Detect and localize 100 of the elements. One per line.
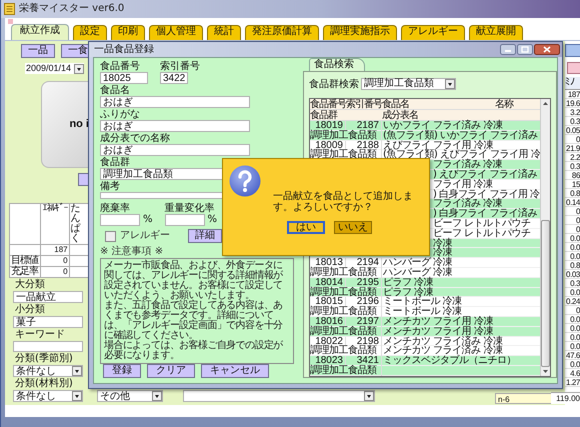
text-field[interactable]: おはぎ bbox=[100, 144, 250, 156]
unit-label: % bbox=[143, 214, 153, 226]
table-cell-text: ハンバーグ 冷凍 bbox=[382, 258, 454, 268]
message-text: 一品献立を食品として追加します。よろしいですか？ bbox=[273, 191, 414, 215]
caret-icon bbox=[72, 391, 82, 401]
table-cell: 0 bbox=[40, 266, 70, 278]
dropdown[interactable] bbox=[183, 390, 375, 402]
table-cell: 4.6 bbox=[565, 369, 580, 378]
field-label: 食品群検索 bbox=[309, 78, 359, 90]
table-cell: フライ用 冷凍 bbox=[433, 180, 493, 190]
table-cell: 0 bbox=[565, 225, 580, 234]
question-icon bbox=[229, 165, 261, 197]
dropdown[interactable]: 調理加工食品類 bbox=[361, 78, 456, 90]
table-cell-text: ハンバーグ 冷凍 bbox=[382, 268, 454, 278]
dropdown[interactable]: 条件なし bbox=[13, 365, 83, 377]
table-cell: 187 bbox=[565, 90, 580, 99]
text-field[interactable] bbox=[100, 214, 140, 226]
tab[interactable]: 印刷 bbox=[111, 25, 145, 40]
button[interactable] bbox=[567, 62, 580, 74]
checkbox-label: アレルギー bbox=[120, 230, 170, 242]
close-icon[interactable] bbox=[534, 44, 560, 55]
caret-icon bbox=[74, 64, 84, 74]
window-title: 一品食品登録 bbox=[94, 44, 154, 56]
field-label: 分類(材料別) bbox=[15, 378, 74, 390]
table-cell: 15 bbox=[565, 180, 580, 189]
maximize-icon[interactable] bbox=[517, 44, 533, 55]
table-cell: 2.2 bbox=[565, 153, 580, 162]
table-cell: 0.3 bbox=[565, 117, 580, 126]
tab[interactable]: 調理実施指示 bbox=[323, 25, 397, 40]
table-cell: 0.0 bbox=[565, 315, 580, 324]
table-cell: 0.0 bbox=[565, 252, 580, 261]
text-field[interactable]: おはぎ bbox=[100, 120, 250, 132]
table-cell: 冷凍 bbox=[433, 238, 452, 248]
table-cell: ) えびフライ フライ済み bbox=[433, 170, 537, 180]
column-header: 索引番号 bbox=[346, 99, 382, 110]
checkbox[interactable] bbox=[105, 230, 116, 242]
scroll-thumb[interactable] bbox=[541, 220, 550, 367]
caret-icon bbox=[152, 391, 162, 401]
table-cell-text: メンチカツ フライ用 冷凍 bbox=[382, 316, 494, 327]
table-cell: 47.6 bbox=[565, 351, 580, 360]
field-label: 備考 bbox=[100, 181, 121, 192]
form-button[interactable]: 登録 bbox=[103, 364, 141, 378]
scrollbar[interactable] bbox=[540, 99, 550, 376]
dialog-button[interactable]: はい bbox=[287, 221, 325, 234]
field-label: 分類(季節別) bbox=[15, 353, 74, 365]
table-cell: ) 白身フライ フライ済み bbox=[433, 209, 537, 219]
text-field[interactable]: 3422 bbox=[160, 72, 188, 84]
table-cell: 0.0 bbox=[565, 288, 580, 297]
tab[interactable] bbox=[565, 44, 580, 57]
column-header: ﾐﾉ bbox=[565, 77, 580, 90]
table-cell: 119.00 bbox=[551, 392, 580, 404]
caret-icon bbox=[445, 78, 455, 88]
text-field[interactable]: 一品献立 bbox=[13, 291, 83, 304]
table-cell: 19.6 bbox=[565, 99, 580, 108]
table-cell-text: ピラフ 冷凍 bbox=[382, 278, 434, 288]
tab[interactable]: 食品検索 bbox=[309, 58, 365, 71]
text-field[interactable] bbox=[13, 341, 83, 352]
text-field[interactable] bbox=[164, 214, 205, 226]
tab[interactable]: 発注原価計算 bbox=[245, 25, 319, 40]
table-cell: 0.8 bbox=[565, 261, 580, 270]
table-cell: 1.27 bbox=[565, 378, 580, 387]
button[interactable] bbox=[78, 173, 89, 186]
table-cell: フライ済み 冷凍 bbox=[433, 160, 502, 170]
table-cell: 0.24 bbox=[565, 297, 580, 306]
form-button[interactable]: キャンセル bbox=[201, 364, 269, 378]
field-label: 小分類 bbox=[15, 304, 46, 316]
field-label: 索引番号 bbox=[160, 61, 200, 72]
tab[interactable]: 献立作成 bbox=[11, 24, 69, 40]
table-cell: 0 bbox=[565, 135, 580, 144]
column-header: 食品番号 bbox=[310, 99, 346, 110]
field-label: 廃棄率 bbox=[100, 203, 131, 214]
dropdown[interactable]: 条件なし bbox=[13, 390, 83, 402]
unit-label: % bbox=[208, 214, 218, 226]
caret-icon bbox=[72, 366, 82, 376]
table-cell-text: ピラフ 冷凍 bbox=[382, 288, 434, 298]
field-label: 食品番号 bbox=[100, 61, 141, 72]
dropdown[interactable]: その他 bbox=[97, 390, 163, 402]
table-cell-text: メンチカツ フライ済み 冷凍 bbox=[382, 336, 504, 346]
table-cell-text: (魚フライ類) いかフライ フライ済み bbox=[382, 130, 539, 141]
table-cell: ビーフ レトルトパウチ bbox=[433, 218, 531, 229]
table-cell: 0.0 bbox=[565, 234, 580, 243]
tab[interactable]: 統計 bbox=[207, 25, 241, 40]
table-cell: 0 bbox=[565, 306, 580, 315]
tab[interactable]: アレルギー bbox=[401, 25, 465, 40]
text-field[interactable]: 18025 bbox=[100, 72, 148, 84]
detail-button[interactable]: 詳細 bbox=[188, 229, 222, 243]
date-dropdown[interactable]: 2009/01/14 bbox=[25, 63, 84, 74]
column-header: 成分表名 bbox=[382, 110, 419, 121]
tab[interactable]: 設定 bbox=[73, 25, 107, 40]
table-cell: 0 bbox=[565, 216, 580, 225]
square-icon bbox=[8, 18, 13, 24]
table-cell: 0.0 bbox=[565, 360, 580, 369]
minimize-icon[interactable] bbox=[500, 44, 516, 55]
mode-button[interactable]: 一品 bbox=[21, 44, 55, 58]
tab[interactable]: 献立展開 bbox=[469, 25, 523, 40]
text-field[interactable]: おはぎ bbox=[100, 96, 250, 108]
form-button[interactable]: クリア bbox=[147, 364, 195, 378]
dialog-button[interactable]: いいえ bbox=[334, 221, 372, 234]
tab[interactable]: 個人管理 bbox=[149, 25, 203, 40]
text-field[interactable]: 菓子 bbox=[13, 316, 83, 328]
